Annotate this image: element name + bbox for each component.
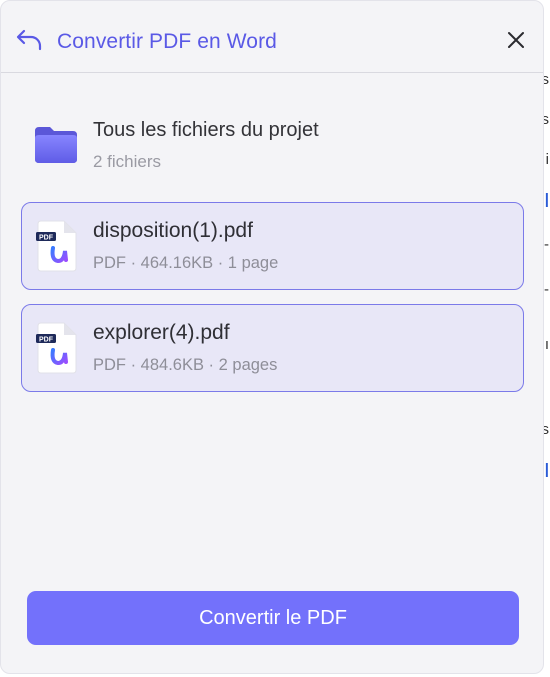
close-icon	[508, 32, 524, 48]
convert-pdf-button[interactable]: Convertir le PDF	[27, 591, 519, 645]
back-button[interactable]	[15, 28, 45, 54]
convert-dialog: Convertir PDF en Word Tous les fichiers …	[0, 0, 544, 674]
svg-text:PDF: PDF	[39, 234, 54, 241]
svg-text:PDF: PDF	[39, 336, 54, 343]
undo-arrow-icon	[16, 29, 42, 51]
file-card[interactable]: PDF disposition(1).pdf PDF · 464.16KB · …	[21, 202, 524, 290]
file-card[interactable]: PDF explorer(4).pdf PDF · 484.6KB · 2 pa…	[21, 304, 524, 392]
background-text-fragment: -	[544, 281, 549, 298]
close-button[interactable]	[503, 27, 529, 53]
project-file-count: 2 fichiers	[93, 152, 162, 171]
folder-icon	[35, 127, 77, 163]
project-files-row[interactable]: Tous les fichiers du projet 2 fichiers	[33, 113, 523, 175]
file-meta: PDF · 464.16KB · 1 page	[93, 254, 279, 272]
file-name: explorer(4).pdf	[93, 321, 230, 344]
pdf-file-icon: PDF	[36, 220, 77, 272]
background-text-fragment: i	[545, 151, 549, 168]
background-text-fragment: ı	[544, 336, 549, 353]
file-name: disposition(1).pdf	[93, 219, 253, 242]
background-text-fragment: |	[544, 191, 549, 208]
dialog-title: Convertir PDF en Word	[57, 30, 277, 53]
file-meta: PDF · 484.6KB · 2 pages	[93, 356, 278, 374]
background-text-fragment: |	[544, 461, 549, 478]
background-text-fragment: -	[544, 236, 549, 253]
pdf-file-icon: PDF	[36, 322, 77, 374]
project-title: Tous les fichiers du projet	[93, 119, 319, 141]
dialog-header: Convertir PDF en Word	[1, 1, 543, 73]
